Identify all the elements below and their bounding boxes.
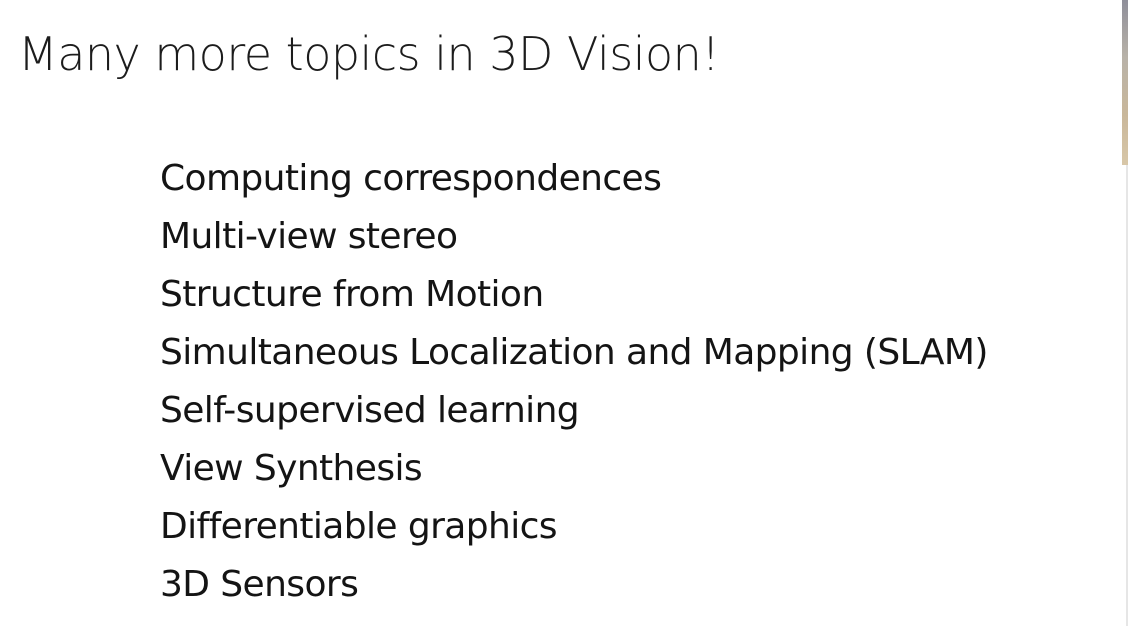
topic-item-multi-view-stereo: Multi-view stereo	[160, 216, 458, 257]
topic-item-structure-from-motion: Structure from Motion	[160, 274, 544, 315]
topic-item-slam: Simultaneous Localization and Mapping (S…	[160, 332, 988, 373]
slide: Many more topics in 3D Vision! Computing…	[0, 0, 1128, 626]
topic-item-view-synthesis: View Synthesis	[160, 448, 423, 489]
slide-title: Many more topics in 3D Vision!	[18, 27, 720, 81]
topic-item-3d-sensors: 3D Sensors	[160, 564, 359, 605]
video-edge-strip	[1122, 0, 1128, 165]
topic-item-correspondences: Computing correspondences	[160, 158, 662, 199]
topic-item-self-supervised-learning: Self-supervised learning	[160, 390, 580, 431]
topic-item-differentiable-graphics: Differentiable graphics	[160, 506, 558, 547]
topic-list: Computing correspondences Multi-view ste…	[160, 150, 988, 614]
